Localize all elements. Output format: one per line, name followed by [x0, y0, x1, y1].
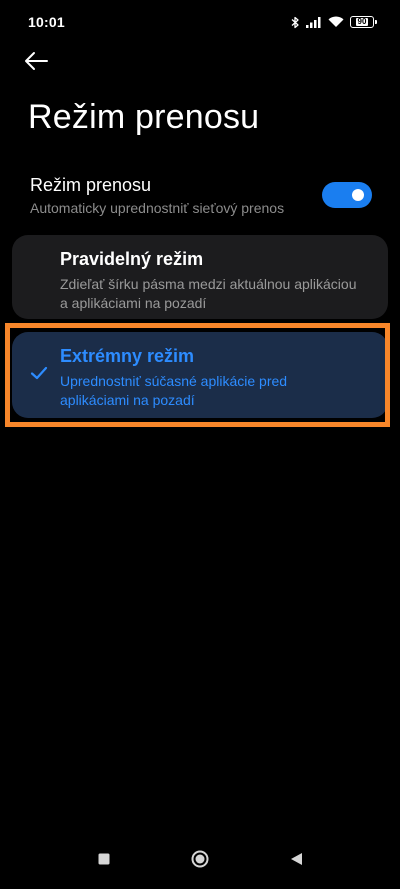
option-extreme-mode[interactable]: Extrémny režim Uprednostniť súčasné apli… [12, 332, 388, 418]
navigation-bar [0, 839, 400, 889]
switch-knob [352, 189, 364, 201]
option-description: Zdieľať šírku pásma medzi aktuálnou apli… [60, 276, 357, 311]
transfer-mode-toggle-row[interactable]: Režim prenosu Automaticky uprednostniť s… [30, 170, 372, 220]
status-icons: 90 [291, 16, 377, 29]
toggle-text: Režim prenosu Automaticky uprednostniť s… [30, 175, 284, 216]
signal-icon [306, 16, 322, 28]
battery-icon: 90 [350, 16, 377, 28]
transfer-mode-switch[interactable] [322, 182, 372, 208]
bluetooth-icon [291, 16, 300, 29]
back-button[interactable] [24, 46, 62, 80]
home-circle-icon [191, 850, 209, 873]
home-button[interactable] [186, 847, 214, 875]
page-title: Režim prenosu [28, 98, 260, 136]
battery-level: 90 [355, 17, 369, 26]
system-back-button[interactable] [282, 847, 310, 875]
wifi-icon [328, 16, 344, 28]
recents-square-icon [98, 852, 110, 870]
option-regular-mode[interactable]: Pravidelný režim Zdieľať šírku pásma med… [12, 235, 388, 319]
toggle-subtitle: Automaticky uprednostniť sieťový prenos [30, 199, 285, 216]
arrow-left-icon [24, 51, 48, 76]
option-title: Extrémny režim [60, 346, 195, 366]
screen: 10:01 90 Režim prenosu Režim prenosu Aut… [0, 0, 400, 889]
check-icon [30, 366, 48, 385]
back-triangle-icon [290, 852, 303, 871]
option-description: Uprednostniť súčasné aplikácie pred apli… [60, 373, 288, 408]
status-time: 10:01 [28, 14, 65, 30]
status-bar: 10:01 90 [0, 0, 400, 44]
toggle-title: Režim prenosu [30, 174, 152, 195]
option-title: Pravidelný režim [60, 249, 204, 269]
recents-button[interactable] [90, 847, 118, 875]
